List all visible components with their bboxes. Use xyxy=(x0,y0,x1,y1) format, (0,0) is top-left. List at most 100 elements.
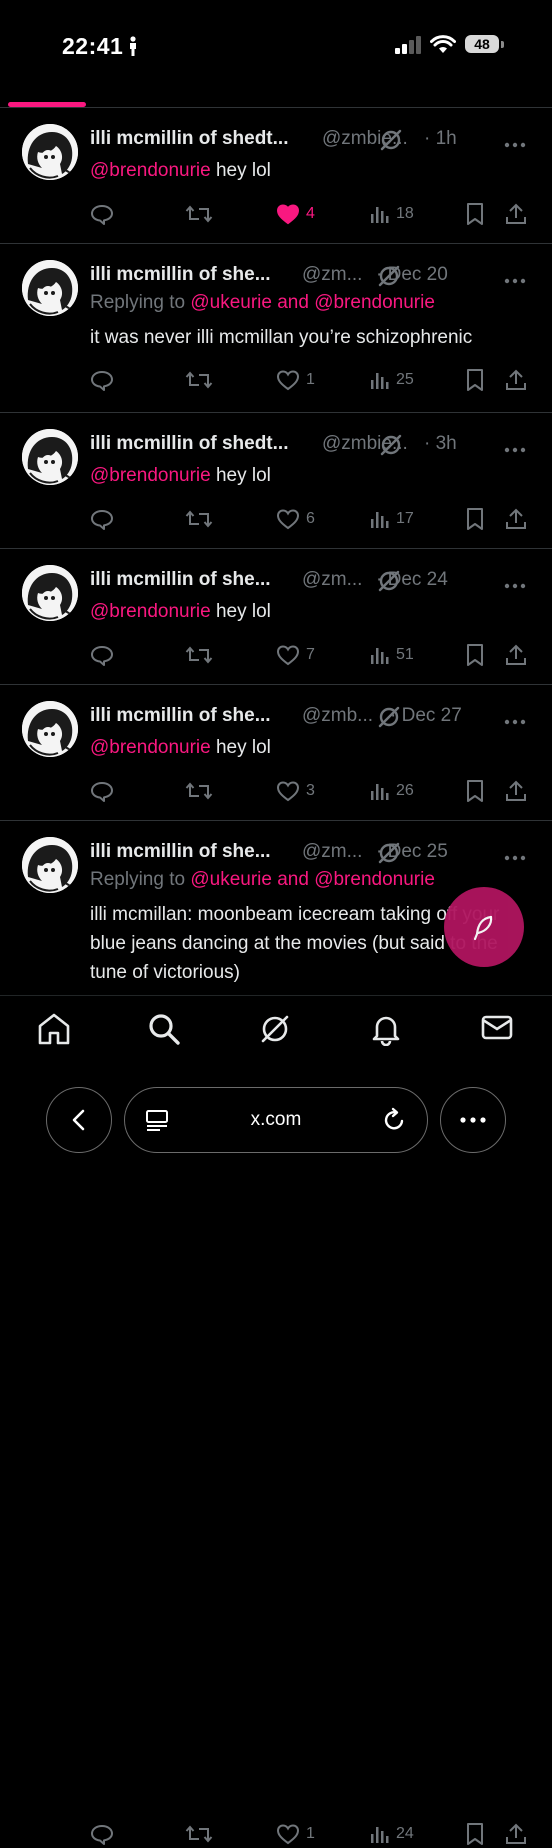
nav-search[interactable] xyxy=(147,1012,181,1051)
mention-link[interactable]: @brendonurie xyxy=(90,160,211,181)
mention-link[interactable]: @brendonurie xyxy=(90,737,211,758)
like-button[interactable]: 6 xyxy=(276,505,315,533)
bookmark-button[interactable] xyxy=(465,200,485,228)
author-handle[interactable]: @zmb... xyxy=(302,702,373,730)
view-count: 51 xyxy=(396,646,414,663)
tweet-time[interactable]: · 3h xyxy=(424,430,457,458)
views-button[interactable]: 24 xyxy=(370,1820,414,1848)
views-button[interactable]: 26 xyxy=(370,777,414,805)
avatar[interactable] xyxy=(22,124,78,180)
heart-icon xyxy=(276,370,300,391)
like-button[interactable]: 4 xyxy=(276,200,315,228)
bookmark-button[interactable] xyxy=(465,641,485,669)
tweet-body: it was never illi mcmillan you’re schizo… xyxy=(90,327,473,348)
views-button[interactable]: 25 xyxy=(370,366,414,394)
bookmark-button[interactable] xyxy=(465,505,485,533)
like-button[interactable]: 7 xyxy=(276,641,315,669)
retweet-button[interactable] xyxy=(185,641,219,669)
retweet-button[interactable] xyxy=(185,1820,219,1848)
wifi-icon xyxy=(430,35,456,53)
nav-grok[interactable] xyxy=(258,1012,292,1051)
avatar[interactable] xyxy=(22,565,78,621)
share-button[interactable] xyxy=(505,505,527,533)
reply-button[interactable] xyxy=(90,200,120,228)
nav-home[interactable] xyxy=(36,1012,72,1051)
share-button[interactable] xyxy=(505,1820,527,1848)
share-button[interactable] xyxy=(505,641,527,669)
share-button[interactable] xyxy=(505,777,527,805)
tweet-body: illi mcmillan: moonbeam icecream taking … xyxy=(90,904,500,983)
tweet[interactable]: illi mcmillin of shedt... @zmbie... · 1h @b… xyxy=(0,108,552,244)
tweet-time[interactable]: · 1h xyxy=(424,125,457,153)
like-button[interactable]: 1 xyxy=(276,366,315,394)
avatar[interactable] xyxy=(22,260,78,316)
tweet-text: it was never illi mcmillan you’re schizo… xyxy=(90,323,528,352)
author-name[interactable]: illi mcmillin of shedt... xyxy=(90,430,288,458)
mention-link[interactable]: @brendonurie xyxy=(90,465,211,486)
tweet[interactable]: illi mcmillin of shedt... @zmbie... · 3h @b… xyxy=(0,413,552,549)
views-button[interactable]: 17 xyxy=(370,505,414,533)
tweet-actions: 6 17 xyxy=(0,505,552,533)
like-count: 1 xyxy=(306,1825,315,1842)
replying-to-users[interactable]: @ukeurie and @brendonurie xyxy=(190,292,435,313)
author-handle[interactable]: @zm... xyxy=(302,838,362,866)
bookmark-button[interactable] xyxy=(465,366,485,394)
avatar[interactable] xyxy=(22,837,78,893)
tweet-more-button[interactable] xyxy=(504,129,526,157)
author-name[interactable]: illi mcmillin of she... xyxy=(90,838,271,866)
tweet-more-button[interactable] xyxy=(504,706,526,734)
reply-icon xyxy=(91,371,113,391)
like-button[interactable]: 3 xyxy=(276,777,315,805)
bookmark-button[interactable] xyxy=(465,777,485,805)
retweet-button[interactable] xyxy=(185,777,219,805)
bookmark-button[interactable] xyxy=(465,1820,485,1848)
author-name[interactable]: illi mcmillin of shedt... xyxy=(90,125,288,153)
reply-button[interactable] xyxy=(90,777,120,805)
views-button[interactable]: 18 xyxy=(370,200,414,228)
tweet-more-button[interactable] xyxy=(504,434,526,462)
tweet-more-button[interactable] xyxy=(504,570,526,598)
author-name[interactable]: illi mcmillin of she... xyxy=(90,702,271,730)
author-handle[interactable]: @zm... xyxy=(302,566,362,594)
reply-button[interactable] xyxy=(90,641,120,669)
share-button[interactable] xyxy=(505,200,527,228)
retweet-button[interactable] xyxy=(185,505,219,533)
tweet[interactable]: illi mcmillin of she... @zmb... · Dec 27 @b… xyxy=(0,685,552,821)
notifications-icon xyxy=(372,1016,400,1047)
view-count: 18 xyxy=(396,205,414,222)
retweet-button[interactable] xyxy=(185,366,219,394)
tweet-time[interactable]: · Dec 27 xyxy=(390,702,462,730)
grok-icon xyxy=(378,570,400,592)
share-button[interactable] xyxy=(505,366,527,394)
reply-button[interactable] xyxy=(90,366,120,394)
browser-back-button[interactable] xyxy=(46,1087,112,1153)
nav-notifications[interactable] xyxy=(369,1012,403,1051)
bottom-navigation xyxy=(0,995,552,1060)
author-handle[interactable]: @zm... xyxy=(302,261,362,289)
status-bar: 22:41 48 xyxy=(0,0,552,90)
replying-to: Replying to @ukeurie and @brendonurie xyxy=(90,869,435,891)
heart-filled-icon xyxy=(276,204,300,225)
author-name[interactable]: illi mcmillin of she... xyxy=(90,261,271,289)
reload-icon[interactable] xyxy=(381,1107,407,1133)
reply-button[interactable] xyxy=(90,505,120,533)
avatar-illustration xyxy=(22,565,78,621)
browser-more-button[interactable] xyxy=(440,1087,506,1153)
like-button[interactable]: 1 xyxy=(276,1820,315,1848)
nav-messages[interactable] xyxy=(480,1012,514,1047)
author-name[interactable]: illi mcmillin of she... xyxy=(90,566,271,594)
compose-post-button[interactable] xyxy=(444,887,524,967)
tweet[interactable]: illi mcmillin of she... @zm... · Dec 20 Rep… xyxy=(0,244,552,413)
address-bar[interactable]: x.com xyxy=(124,1087,428,1153)
mention-link[interactable]: @brendonurie xyxy=(90,601,211,622)
tweet-more-button[interactable] xyxy=(504,265,526,293)
tweet[interactable]: illi mcmillin of she... @zm... · Dec 24 @br… xyxy=(0,549,552,685)
replying-to-users[interactable]: @ukeurie and @brendonurie xyxy=(190,869,435,890)
avatar-illustration xyxy=(22,429,78,485)
avatar[interactable] xyxy=(22,429,78,485)
retweet-button[interactable] xyxy=(185,200,219,228)
tweet-more-button[interactable] xyxy=(504,842,526,870)
reply-button[interactable] xyxy=(90,1820,120,1848)
views-button[interactable]: 51 xyxy=(370,641,414,669)
avatar[interactable] xyxy=(22,701,78,757)
